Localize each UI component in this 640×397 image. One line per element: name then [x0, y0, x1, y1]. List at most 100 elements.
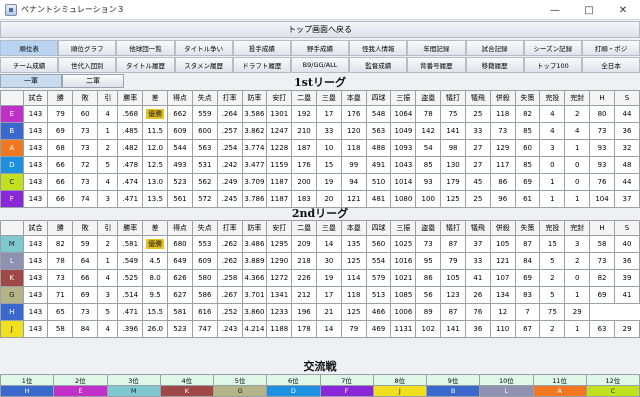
- team-row[interactable]: L 143 78 64 1.549 4.5 649 609.262 3.889 1290 218 30…: [0, 252, 640, 270]
- team-cell: A: [0, 139, 24, 157]
- menu-button[interactable]: ドラフト履歴: [232, 57, 291, 73]
- menu-button[interactable]: 他球団一覧: [116, 40, 175, 56]
- stat-cell: 63: [589, 320, 615, 338]
- stat-cell: 102: [415, 320, 442, 338]
- stat-cell: 60: [514, 139, 541, 157]
- stat-cell: 25: [464, 190, 491, 208]
- team-row[interactable]: H 143 65 73 5.471 15.5 581 616.252 3.860 1233 196 2…: [0, 303, 640, 321]
- interleague-team-cell: D: [266, 385, 321, 397]
- team-row[interactable]: K 143 73 66 4.525 8.0 626 580.258 4.366 1272 226 19…: [0, 269, 640, 287]
- menu-button[interactable]: 野手成績: [290, 40, 350, 56]
- minimize-icon[interactable]: —: [538, 0, 572, 20]
- menu-button[interactable]: スタメン履歴: [174, 57, 233, 73]
- back-to-top-button[interactable]: トップ画面へ戻る: [0, 21, 640, 38]
- stat-cell: 1295: [266, 235, 293, 253]
- stat-cell: 3.701: [241, 286, 268, 304]
- stat-cell: 59: [72, 235, 99, 253]
- interleague-team-cell: F: [319, 385, 374, 397]
- menu-button[interactable]: 年間記録: [407, 40, 466, 56]
- stat-cell: 13.0: [142, 173, 169, 191]
- stat-cell: 44: [613, 173, 640, 191]
- column-header: 完封: [564, 90, 591, 106]
- stat-cell: 48: [613, 156, 640, 174]
- stat-cell: 1247: [266, 122, 293, 140]
- team-row[interactable]: D 143 66 72 5.478 12.5 493 531.242 3.477 1159 176 1…: [0, 156, 640, 174]
- stat-cell: 79: [340, 320, 367, 338]
- stat-cell: 510: [365, 173, 392, 191]
- stat-cell: 2: [564, 105, 591, 123]
- maximize-icon[interactable]: □: [572, 0, 606, 20]
- interleague-title: 交流戦: [303, 360, 337, 373]
- stat-cell: 2: [97, 139, 119, 157]
- stat-cell: 143: [22, 190, 49, 208]
- column-header: 防率: [241, 90, 268, 106]
- stat-cell: 100: [415, 190, 442, 208]
- column-header: 二塁: [291, 220, 317, 236]
- team-cell: H: [0, 303, 24, 321]
- stat-cell: 87: [514, 235, 541, 253]
- team-row[interactable]: B 143 69 73 1.485 11.5 609 600.257 3.862 1247 210 3…: [0, 122, 640, 140]
- menu-button[interactable]: チーム成績: [0, 57, 59, 73]
- menu-button[interactable]: 移籍履歴: [465, 57, 524, 73]
- team-cell: D: [0, 156, 24, 174]
- stat-cell: .474: [117, 173, 144, 191]
- stat-cell: 58: [589, 235, 615, 253]
- stat-cell: 44: [613, 105, 640, 123]
- stat-cell: 3.477: [241, 156, 268, 174]
- menu-button[interactable]: シーズン記録: [523, 40, 582, 56]
- team-row[interactable]: E 143 79 60 4.568 優勝 662 559.264 3.586 1301 192 17 1…: [0, 105, 640, 123]
- stat-cell: 96: [489, 190, 516, 208]
- team-cell: F: [0, 190, 24, 208]
- stat-cell: 609: [191, 252, 218, 270]
- stat-cell: 141: [440, 122, 466, 140]
- team-row[interactable]: A 143 68 73 2.482 12.0 544 563.254 3.774 1228 187 1…: [0, 139, 640, 157]
- stat-cell: 626: [167, 269, 193, 287]
- stat-cell: 78: [47, 252, 74, 270]
- team-row[interactable]: M 143 82 59 2.581 優勝 680 553.262 3.486 1295 209 14 1…: [0, 235, 640, 253]
- menu-button[interactable]: 順位グラフ: [58, 40, 117, 56]
- stat-cell: 68: [47, 139, 74, 157]
- team-cell: B: [0, 122, 24, 140]
- menu-button[interactable]: 試合記録: [465, 40, 524, 56]
- menu-button[interactable]: トップ100: [523, 57, 582, 73]
- stat-cell: 649: [167, 252, 193, 270]
- menu-button[interactable]: 投手成績: [232, 40, 291, 56]
- menu-button[interactable]: 世代入団別: [58, 57, 117, 73]
- menu-button[interactable]: 怪我人情報: [349, 40, 408, 56]
- menu-button[interactable]: 順位表: [0, 40, 59, 56]
- team-row[interactable]: G 143 71 69 3.514 9.5 627 586.267 3.701 1341 212 17…: [0, 286, 640, 304]
- menu-button[interactable]: B9/GG/ALL: [290, 57, 350, 73]
- menu-button[interactable]: 全日本: [581, 57, 640, 73]
- team-row[interactable]: J 143 58 84 4.396 26.0 523 747.243 4.214 1188 178 1…: [0, 320, 640, 338]
- stat-cell: 586: [191, 286, 218, 304]
- interleague-team-cell: H: [0, 385, 55, 397]
- stat-cell: 627: [167, 286, 193, 304]
- column-header: 引: [97, 220, 119, 236]
- column-header: 差: [142, 90, 169, 106]
- stat-cell: 178: [291, 320, 317, 338]
- menu-button[interactable]: 背番号履歴: [407, 57, 466, 73]
- stat-cell: 209: [291, 235, 317, 253]
- menu-button[interactable]: 打順・ポジ: [581, 40, 640, 56]
- stat-cell: 69: [514, 173, 541, 191]
- column-header: 盗塁: [415, 90, 442, 106]
- menu-button[interactable]: タイトル履歴: [116, 57, 175, 73]
- rank-cell: 12位: [585, 374, 640, 386]
- stat-cell: 3: [97, 190, 119, 208]
- interleague-team-cell: E: [53, 385, 108, 397]
- column-header: 安打: [266, 220, 293, 236]
- column-header: 本塁: [340, 90, 367, 106]
- rank-cell: 6位: [266, 374, 321, 386]
- stat-cell: 218: [291, 252, 317, 270]
- close-icon[interactable]: ✕: [606, 0, 640, 20]
- stat-cell: 21: [316, 303, 342, 321]
- menu-button[interactable]: タイトル争い: [174, 40, 233, 56]
- header-cell: [0, 90, 24, 106]
- stat-cell: 110: [489, 320, 516, 338]
- team-row[interactable]: C 143 66 73 4.474 13.0 523 562.249 3.709 1187 200 1…: [0, 173, 640, 191]
- stat-cell: 143: [22, 252, 49, 270]
- stat-cell: 76: [589, 173, 615, 191]
- stat-cell: 143: [22, 105, 49, 123]
- menu-button[interactable]: 監督成績: [349, 57, 408, 73]
- column-header: 失策: [514, 220, 541, 236]
